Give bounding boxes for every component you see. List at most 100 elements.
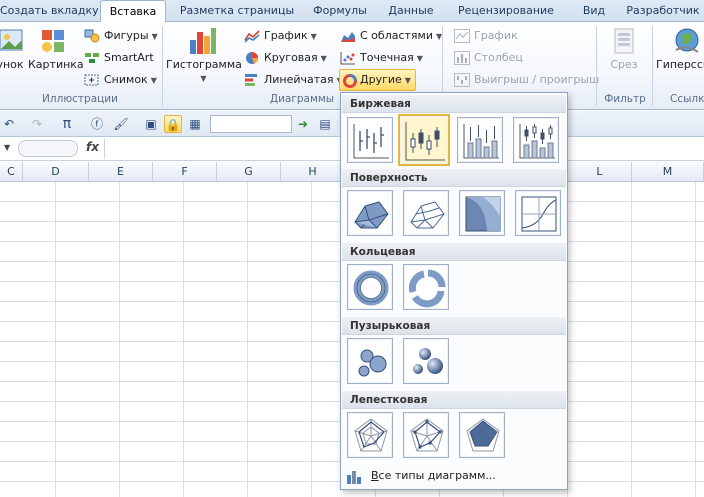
clipart-icon: [39, 26, 69, 56]
histogram-icon: [187, 26, 217, 56]
shapes-icon: [84, 29, 100, 43]
name-box-dropdown-icon[interactable]: ▼: [4, 143, 10, 152]
sparkline-line-icon: [454, 29, 470, 43]
section-surface-title: Поверхность: [342, 169, 566, 187]
picture-label: унок: [0, 58, 24, 71]
ribbon-tabs: Создать вкладку Вставка Разметка страниц…: [0, 0, 704, 23]
smartart-icon: [84, 51, 100, 65]
area-chart-button[interactable]: С областями ▼: [340, 26, 442, 46]
column-header-f[interactable]: F: [153, 162, 217, 182]
other-charts-icon: [342, 74, 358, 88]
section-stock-title: Биржевая: [342, 95, 566, 113]
screenshot-icon: [84, 73, 100, 87]
section-bubble-title: Пузырьковая: [342, 317, 566, 335]
sparkline-line-button[interactable]: График: [454, 26, 518, 46]
sparkline-column-button[interactable]: Столбец: [454, 48, 523, 68]
group-separator: [596, 26, 597, 106]
bar-chart-icon: [244, 73, 260, 87]
stock-chart-hlc-thumb[interactable]: [347, 117, 393, 163]
tab-data[interactable]: Данные: [380, 0, 442, 22]
all-chart-types-label: се типы диаграмм...: [378, 469, 496, 482]
clipart-button[interactable]: Картинка: [28, 26, 84, 71]
stock-chart-ohlc-thumb[interactable]: [398, 114, 450, 166]
illustrations-group-label: Иллюстрации: [42, 93, 118, 105]
sparkline-line-label: График: [474, 29, 518, 42]
scatter-chart-button[interactable]: Точечная ▼: [340, 48, 423, 68]
line-chart-button[interactable]: График ▼: [244, 26, 317, 46]
filled-radar-thumb[interactable]: [459, 412, 505, 458]
redo-icon[interactable]: ↷: [28, 115, 46, 133]
filter-group-label: Фильтр: [604, 93, 646, 105]
other-charts-button[interactable]: Другие ▼: [339, 69, 416, 91]
other-charts-gallery: Биржевая Поверхность Кольцевая Пузырьков…: [340, 92, 568, 490]
screenshot-button[interactable]: Снимок ▼: [84, 70, 157, 90]
bar-chart-button[interactable]: Линейчатая▼: [244, 70, 343, 90]
fx-icon[interactable]: fx: [86, 140, 99, 154]
radar-thumb[interactable]: [347, 412, 393, 458]
tab-view[interactable]: Вид: [570, 0, 618, 22]
column-header-m[interactable]: M: [632, 162, 704, 182]
quick-input[interactable]: [210, 115, 292, 133]
tab-page-layout[interactable]: Разметка страницы: [172, 0, 302, 22]
slicer-icon: [609, 26, 639, 56]
arrow-right-icon[interactable]: ➜: [294, 115, 312, 133]
surface-3d-thumb[interactable]: [347, 190, 393, 236]
table-icon[interactable]: ▦: [186, 115, 204, 133]
all-chart-types-icon: [345, 467, 365, 493]
pie-chart-button[interactable]: Круговая ▼: [244, 48, 327, 68]
sparkline-column-label: Столбец: [474, 51, 523, 64]
bubble-thumb[interactable]: [347, 338, 393, 384]
tab-review[interactable]: Рецензирование: [448, 0, 564, 22]
column-header-g[interactable]: G: [217, 162, 281, 182]
stock-chart-vhlc-thumb[interactable]: [457, 117, 503, 163]
column-header-e[interactable]: E: [89, 162, 153, 182]
tab-create[interactable]: Создать вкладку: [0, 0, 99, 22]
surface-wireframe-thumb[interactable]: [403, 190, 449, 236]
sparkline-winloss-button[interactable]: Выигрыш / проигрыш: [454, 70, 599, 90]
hyperlink-button[interactable]: Гиперссы: [656, 26, 704, 71]
screenshot-label: Снимок: [104, 73, 148, 86]
column-header-l[interactable]: L: [568, 162, 632, 182]
paint-icon[interactable]: 🖌: [112, 115, 130, 133]
shapes-label: Фигуры: [104, 29, 149, 42]
bar-chart-label: Линейчатая: [264, 73, 334, 86]
links-group-label: Ссылк: [670, 93, 704, 105]
all-chart-types-link[interactable]: Все типы диаграмм...: [345, 465, 496, 487]
camera-icon[interactable]: ▣: [142, 115, 160, 133]
picture-button[interactable]: унок: [0, 26, 24, 71]
picture-icon: [0, 26, 26, 56]
doughnut-thumb[interactable]: [347, 264, 393, 310]
hyperlink-label: Гиперссы: [656, 58, 704, 71]
smartart-label: SmartArt: [104, 51, 154, 64]
radar-markers-thumb[interactable]: [403, 412, 449, 458]
area-chart-label: С областями: [360, 29, 433, 42]
sparkline-winloss-icon: [454, 73, 470, 87]
tab-developer[interactable]: Разработчик: [622, 0, 704, 22]
shapes-button[interactable]: Фигуры ▼: [84, 26, 158, 46]
exploded-doughnut-thumb[interactable]: [403, 264, 449, 310]
tab-formulas[interactable]: Формулы: [306, 0, 374, 22]
column-header-d[interactable]: D: [23, 162, 89, 182]
surface-contour-wireframe-thumb[interactable]: [515, 190, 561, 236]
undo-icon[interactable]: ↶: [0, 115, 18, 133]
pi-icon[interactable]: π: [58, 115, 76, 133]
pie-chart-icon: [244, 51, 260, 65]
column-header-c[interactable]: C: [0, 162, 23, 182]
histogram-label: Гистограмма: [166, 58, 242, 71]
surface-contour-thumb[interactable]: [459, 190, 505, 236]
pie-chart-label: Круговая: [264, 51, 318, 64]
function-icon[interactable]: ⓕ: [88, 115, 106, 133]
all-chart-types-accel: В: [371, 469, 379, 482]
histogram-button[interactable]: Гистограмма ▼: [166, 26, 242, 84]
clipart-label: Картинка: [28, 58, 84, 71]
column-header-h[interactable]: H: [281, 162, 345, 182]
tab-insert[interactable]: Вставка: [100, 0, 166, 23]
stock-chart-vohlc-thumb[interactable]: [513, 117, 559, 163]
lock-icon[interactable]: 🔒: [164, 115, 182, 133]
name-box[interactable]: [18, 140, 78, 157]
form-icon[interactable]: ▤: [316, 115, 334, 133]
line-chart-icon: [244, 29, 260, 43]
slicer-button[interactable]: Срез: [602, 26, 646, 71]
smartart-button[interactable]: SmartArt: [84, 48, 154, 68]
bubble-3d-thumb[interactable]: [403, 338, 449, 384]
